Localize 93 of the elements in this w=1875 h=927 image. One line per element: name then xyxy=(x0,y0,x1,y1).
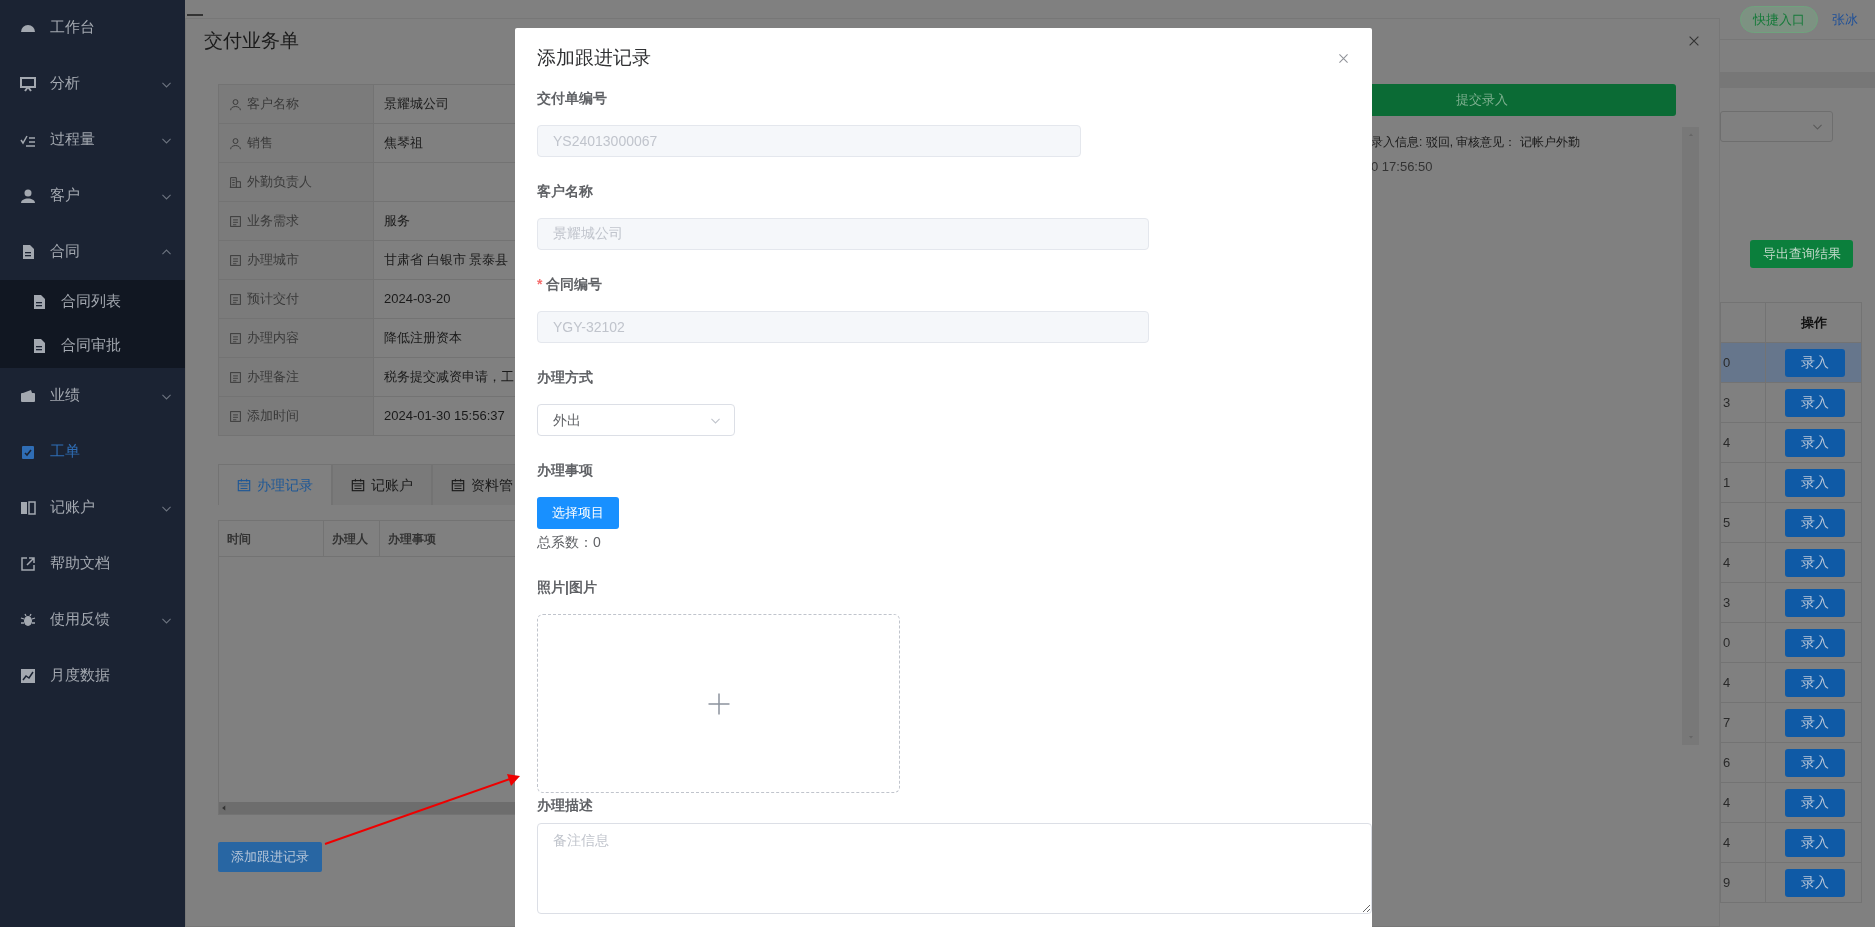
sidebar-item[interactable]: 客户 xyxy=(0,168,185,224)
entry-button[interactable]: 录入 xyxy=(1785,868,1845,897)
add-record-button[interactable]: 添加跟进记录 xyxy=(218,842,322,872)
field-label: 办理描述 xyxy=(537,796,594,815)
export-button[interactable]: 导出查询结果 xyxy=(1750,240,1853,268)
select-field[interactable]: 外出 xyxy=(537,404,735,436)
sidebar-subitem[interactable]: 合同列表 xyxy=(0,280,185,324)
external-link-icon xyxy=(20,556,36,572)
entry-button[interactable]: 录入 xyxy=(1785,628,1845,657)
field-label: 办理事项 xyxy=(537,461,594,480)
drawer-title: 交付业务单 xyxy=(204,28,299,53)
field-label: 添加时间 xyxy=(247,407,299,426)
log-text: 0 17:56:50 xyxy=(1371,158,1434,176)
entry-button[interactable]: 录入 xyxy=(1785,748,1845,777)
entry-button[interactable]: 录入 xyxy=(1785,828,1845,857)
sidebar-item[interactable]: 合同 xyxy=(0,224,185,280)
field-label: 办理方式 xyxy=(537,368,594,387)
entry-button[interactable]: 录入 xyxy=(1785,668,1845,697)
calendar-icon xyxy=(351,478,365,492)
sidebar-item[interactable]: 分析 xyxy=(0,56,185,112)
select-items-button[interactable]: 选择项目 xyxy=(537,497,619,529)
close-icon[interactable] xyxy=(1337,51,1350,65)
sidebar-item[interactable]: 帮助文档 xyxy=(0,536,185,592)
field-label: 办理城市 xyxy=(247,251,299,270)
field-label: 办理备注 xyxy=(247,368,299,387)
clipboard-icon xyxy=(20,444,36,460)
bug-icon xyxy=(20,612,36,628)
sidebar-item[interactable]: 业绩 xyxy=(0,368,185,424)
sidebar-item[interactable]: 过程量 xyxy=(0,112,185,168)
sidebar-item[interactable]: 记账户 xyxy=(0,480,185,536)
column-header: 操作 xyxy=(1765,302,1862,343)
calendar-icon xyxy=(237,478,251,492)
column-header: 时间 xyxy=(219,521,324,556)
field-value: 景耀城公司 xyxy=(384,96,449,112)
field-label: 交付单编号 xyxy=(537,89,608,108)
field-value: 2024-03-20 xyxy=(384,291,451,307)
sidebar-subitem[interactable]: 合同审批 xyxy=(0,324,185,368)
entry-button[interactable]: 录入 xyxy=(1785,388,1845,417)
entry-button[interactable]: 录入 xyxy=(1785,428,1845,457)
document-icon xyxy=(229,253,242,267)
person-icon xyxy=(229,136,242,150)
close-icon[interactable] xyxy=(1687,34,1701,48)
field-value: 焦琴祖 xyxy=(384,135,423,151)
field-value: 服务 xyxy=(384,213,410,229)
calendar-icon xyxy=(451,478,465,492)
entry-button[interactable]: 录入 xyxy=(1785,788,1845,817)
document-icon xyxy=(229,409,242,423)
document-icon xyxy=(31,294,47,310)
entry-button[interactable]: 录入 xyxy=(1785,468,1845,497)
field-value: 税务提交减资申请，工 xyxy=(384,369,514,385)
field-value: 2024-01-30 15:56:37 xyxy=(384,408,505,424)
building-icon xyxy=(229,175,242,189)
select-field[interactable] xyxy=(1720,111,1833,142)
field-label: 预计交付 xyxy=(247,290,299,309)
person-icon xyxy=(229,97,242,111)
field-label: * 合同编号 xyxy=(537,275,604,294)
log-text: 录入信息: 驳回, 审核意见： 记帐户外勤 xyxy=(1371,134,1581,151)
description-field[interactable]: 备注信息 xyxy=(537,823,1372,914)
tab[interactable]: 记账户 xyxy=(332,464,432,505)
sidebar-item[interactable]: 工作台 xyxy=(0,0,185,56)
document-icon xyxy=(229,370,242,384)
upload-area[interactable] xyxy=(537,614,900,793)
entry-button[interactable]: 录入 xyxy=(1785,588,1845,617)
table-cell: 0 xyxy=(1720,342,1766,383)
entry-button[interactable]: 录入 xyxy=(1785,508,1845,537)
field-label: 照片|图片 xyxy=(537,578,598,597)
person-icon xyxy=(20,188,36,204)
entry-button[interactable]: 录入 xyxy=(1785,348,1845,377)
chart-icon xyxy=(20,668,36,684)
document-icon xyxy=(229,331,242,345)
document-icon xyxy=(31,338,47,354)
field-label: 销售 xyxy=(247,134,273,153)
entry-button[interactable]: 录入 xyxy=(1785,708,1845,737)
presentation-icon xyxy=(20,76,36,92)
sidebar-item[interactable]: 月度数据 xyxy=(0,648,185,704)
sidebar-item[interactable]: 工单 xyxy=(0,424,185,480)
field-label: 外勤负责人 xyxy=(247,173,312,192)
document-icon xyxy=(20,244,36,260)
field-value: 降低注册资本 xyxy=(384,330,462,346)
document-icon xyxy=(229,292,242,306)
dialog-title: 添加跟进记录 xyxy=(537,45,651,70)
document-icon xyxy=(229,214,242,228)
field-label: 客户名称 xyxy=(537,182,594,201)
field-label: 办理内容 xyxy=(247,329,299,348)
entry-button[interactable]: 录入 xyxy=(1785,548,1845,577)
wallet-icon xyxy=(20,388,36,404)
sidebar-item[interactable]: 使用反馈 xyxy=(0,592,185,648)
scrollbar[interactable] xyxy=(1682,127,1699,745)
plus-icon xyxy=(706,691,731,716)
column-header: 办理人 xyxy=(324,521,380,556)
field-value: 甘肃省 白银市 景泰县 xyxy=(384,252,509,268)
field-label: 客户名称 xyxy=(247,95,299,114)
book-icon xyxy=(20,500,36,516)
